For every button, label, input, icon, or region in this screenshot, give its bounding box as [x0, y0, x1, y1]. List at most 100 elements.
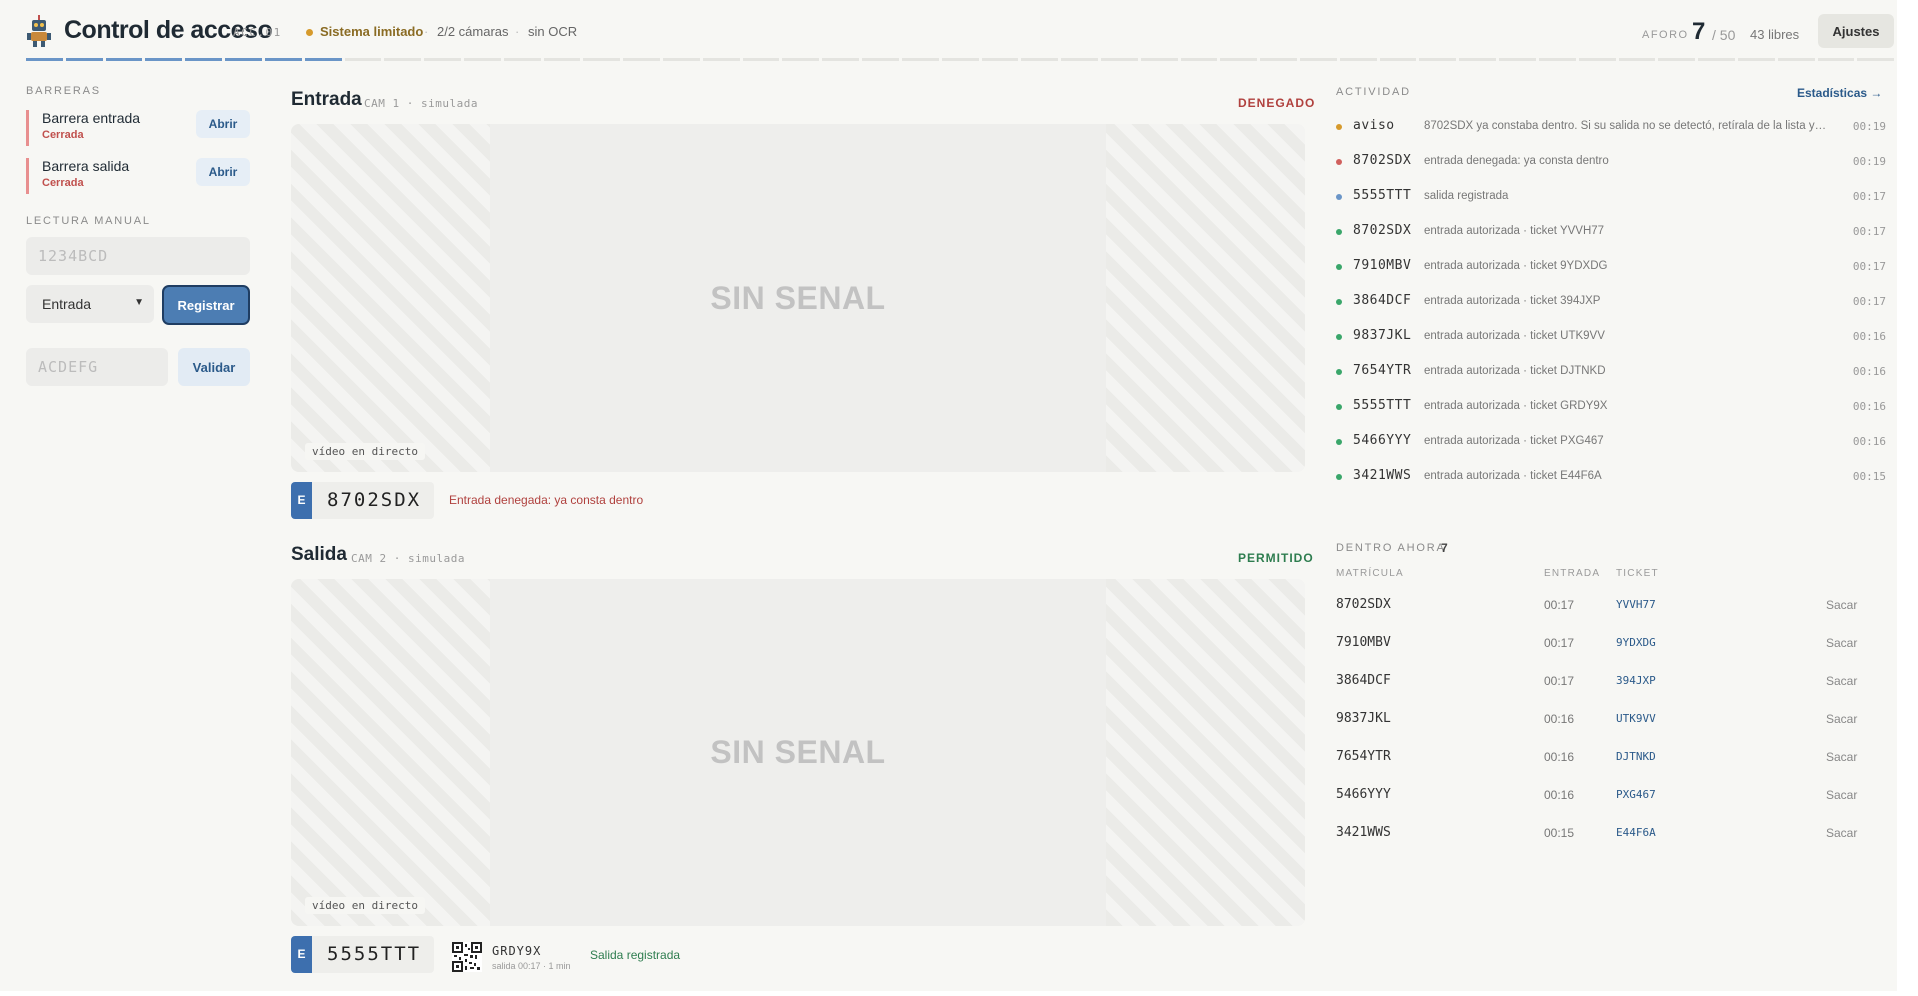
- activity-message: entrada autorizada · ticket 394JXP: [1424, 295, 1601, 307]
- activity-item: 3864DCF entrada autorizada · ticket 394JX…: [1336, 293, 1886, 311]
- inside-entry-time: 00:15: [1544, 826, 1575, 840]
- entry-camera-feed: SIN SENAL vídeo en directo: [291, 124, 1305, 472]
- progress-segment: [304, 58, 342, 61]
- activity-plate: 9837JKL: [1353, 328, 1412, 343]
- activity-status-dot-icon: [1336, 159, 1342, 165]
- inside-plate: 8702SDX: [1336, 597, 1391, 612]
- progress-segment: [742, 58, 780, 61]
- column-header-plate: MATRÍCULA: [1336, 568, 1404, 579]
- progress-segment: [981, 58, 1019, 61]
- entry-plate: 8702SDX: [312, 482, 434, 519]
- activity-item: aviso 8702SDX ya constaba dentro. Si su s…: [1336, 118, 1886, 136]
- progress-segment: [702, 58, 740, 61]
- exit-verdict-badge: PERMITIDO: [1238, 551, 1314, 565]
- table-row: 9837JKL 00:16 UTK9VV Sacar: [1336, 711, 1857, 729]
- register-button[interactable]: Registrar: [162, 285, 250, 325]
- activity-message: entrada autorizada · ticket DJTNKD: [1424, 365, 1606, 377]
- remove-vehicle-button[interactable]: Sacar: [1826, 636, 1857, 650]
- table-row: 3864DCF 00:17 394JXP Sacar: [1336, 673, 1857, 691]
- table-row: 3421WWS 00:15 E44F6A Sacar: [1336, 825, 1857, 843]
- inside-entry-time: 00:17: [1544, 598, 1575, 612]
- exit-camera-feed: SIN SENAL vídeo en directo: [291, 579, 1305, 926]
- activity-time: 00:17: [1852, 190, 1886, 203]
- activity-status-dot-icon: [1336, 474, 1342, 480]
- activity-message: entrada denegada: ya consta dentro: [1424, 155, 1609, 167]
- progress-segment: [1698, 58, 1735, 61]
- remove-vehicle-button[interactable]: Sacar: [1826, 712, 1857, 726]
- activity-status-dot-icon: [1336, 369, 1342, 375]
- activity-item: 5555TTT salida registrada 00:17: [1336, 188, 1886, 206]
- direction-select[interactable]: Entrada ▼: [26, 285, 154, 323]
- remove-vehicle-button[interactable]: Sacar: [1826, 598, 1857, 612]
- activity-time: 00:16: [1852, 330, 1886, 343]
- header: Control de acceso ACC.01 Sistema limitad…: [0, 0, 1897, 61]
- activity-item: 5555TTT entrada autorizada · ticket GRDY9…: [1336, 398, 1886, 416]
- remove-vehicle-button[interactable]: Sacar: [1826, 750, 1857, 764]
- exit-camera-subtitle: CAM 2 · simulada: [351, 552, 465, 565]
- inside-now-label: DENTRO AHORA: [1336, 542, 1446, 554]
- statistics-link[interactable]: Estadísticas →: [1797, 86, 1882, 100]
- activity-item: 8702SDX entrada autorizada · ticket YVVH7…: [1336, 223, 1886, 241]
- progress-segment: [822, 58, 860, 61]
- progress-segment: [663, 58, 700, 61]
- progress-segment: [1339, 58, 1377, 61]
- inside-ticket: 394JXP: [1616, 674, 1656, 687]
- open-entry-barrier-button[interactable]: Abrir: [196, 110, 250, 138]
- settings-button[interactable]: Ajustes: [1818, 14, 1894, 48]
- separator-dot: ·: [424, 24, 429, 39]
- plate-input[interactable]: [26, 237, 250, 275]
- inside-ticket: PXG467: [1616, 788, 1656, 801]
- activity-status-dot-icon: [1336, 334, 1342, 340]
- progress-segment: [1817, 58, 1855, 61]
- activity-plate: 7654YTR: [1353, 363, 1412, 378]
- open-exit-barrier-button[interactable]: Abrir: [196, 158, 250, 186]
- activity-status-dot-icon: [1336, 299, 1342, 305]
- remove-vehicle-button[interactable]: Sacar: [1826, 826, 1857, 840]
- progress-segment: [1061, 58, 1098, 61]
- table-row: 7910MBV 00:17 9YDXDG Sacar: [1336, 635, 1857, 653]
- exit-ticket-code: GRDY9X: [492, 944, 542, 958]
- progress-segment: [543, 58, 581, 61]
- remove-vehicle-button[interactable]: Sacar: [1826, 788, 1857, 802]
- inside-entry-time: 00:17: [1544, 636, 1575, 650]
- inside-entry-time: 00:16: [1544, 750, 1575, 764]
- progress-segment: [105, 58, 143, 61]
- progress-segment: [583, 58, 621, 61]
- station-id: ACC.01: [233, 26, 282, 39]
- barrier-status-bar: [26, 158, 29, 194]
- activity-status-dot-icon: [1336, 264, 1342, 270]
- activity-message: entrada autorizada · ticket UTK9VV: [1424, 330, 1605, 342]
- exit-result-text: Salida registrada: [590, 948, 681, 962]
- ticket-input[interactable]: [26, 348, 168, 386]
- activity-plate: 3864DCF: [1353, 293, 1412, 308]
- exit-ticket-meta: salida 00:17 · 1 min: [492, 961, 571, 971]
- live-video-label: vídeo en directo: [305, 443, 425, 460]
- remove-vehicle-button[interactable]: Sacar: [1826, 674, 1857, 688]
- no-signal-text: SIN SENAL: [710, 734, 886, 770]
- inside-entry-time: 00:16: [1544, 788, 1575, 802]
- validate-button[interactable]: Validar: [178, 348, 250, 386]
- progress-segment: [623, 58, 660, 61]
- table-row: 7654YTR 00:16 DJTNKD Sacar: [1336, 749, 1857, 767]
- progress-segment: [264, 58, 302, 61]
- progress-segment: [941, 58, 979, 61]
- inside-ticket: E44F6A: [1616, 826, 1656, 839]
- activity-plate: 7910MBV: [1353, 258, 1412, 273]
- progress-segment: [503, 58, 541, 61]
- inside-plate: 3421WWS: [1336, 825, 1391, 840]
- progress-segment: [782, 58, 820, 61]
- activity-time: 00:19: [1852, 155, 1886, 168]
- barrier-exit: Barrera salida Cerrada Abrir: [26, 156, 250, 198]
- activity-item: 8702SDX entrada denegada: ya consta dentr…: [1336, 153, 1886, 171]
- camera-count: 2/2 cámaras: [437, 24, 509, 39]
- progress-segment: [225, 58, 262, 61]
- activity-label: ACTIVIDAD: [1336, 86, 1411, 98]
- system-status: Sistema limitado: [320, 24, 424, 39]
- entry-verdict-badge: DENEGADO: [1238, 96, 1316, 110]
- progress-segment: [1737, 58, 1775, 61]
- inside-ticket: UTK9VV: [1616, 712, 1656, 725]
- activity-plate: 5466YYY: [1353, 433, 1412, 448]
- qr-code-icon: [452, 942, 482, 972]
- column-header-entry: ENTRADA: [1544, 568, 1601, 579]
- progress-segment: [1260, 58, 1297, 61]
